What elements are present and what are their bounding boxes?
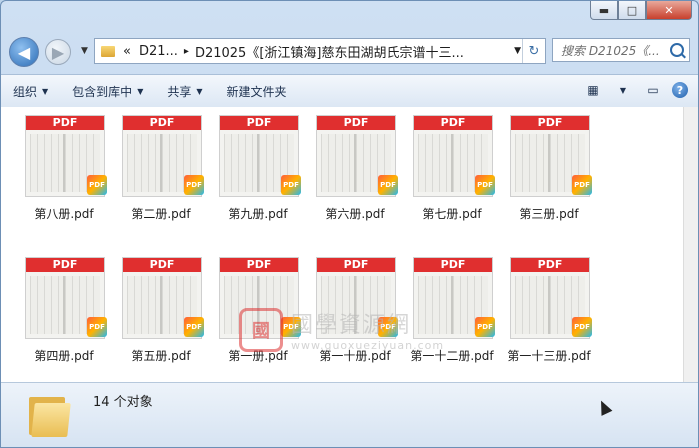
file-item[interactable]: PDF PDF 第八册.pdf bbox=[19, 107, 109, 231]
breadcrumb-collapse[interactable]: « bbox=[123, 44, 131, 59]
item-count: 14 个对象 bbox=[93, 395, 153, 410]
address-row: ◀ ▶ ▼ « D21... ▸ D21025《[浙江镇海]慈东田湖胡氏宗谱十三… bbox=[1, 33, 698, 69]
watermark-text: 國學資源網 www.guoxueziyuan.com bbox=[291, 307, 444, 352]
chevron-down-icon[interactable]: ▼ bbox=[612, 79, 634, 101]
pdf-band: PDF bbox=[220, 116, 298, 130]
pdf-app-icon: PDF bbox=[184, 317, 204, 337]
explorer-window: ▬ □ ✕ ◀ ▶ ▼ « D21... ▸ D21025《[浙江镇海]慈东田湖… bbox=[0, 0, 699, 448]
details-pane: 14 个对象 bbox=[1, 382, 698, 447]
file-name: 第一十三册.pdf bbox=[507, 349, 591, 363]
folder-icon bbox=[29, 393, 71, 437]
pdf-band: PDF bbox=[220, 258, 298, 272]
minimize-button[interactable]: ▬ bbox=[590, 1, 618, 20]
chevron-down-icon: ▼ bbox=[42, 86, 49, 96]
pdf-band: PDF bbox=[317, 258, 395, 272]
file-item[interactable]: PDF PDF 第三册.pdf bbox=[504, 107, 594, 231]
breadcrumb-item-current[interactable]: D21025《[浙江镇海]慈东田湖胡氏宗谱十三... bbox=[195, 42, 464, 61]
file-name: 第七册.pdf bbox=[422, 207, 482, 221]
file-name: 第六册.pdf bbox=[325, 207, 385, 221]
forward-button[interactable]: ▶ bbox=[45, 39, 71, 65]
preview-pane-icon[interactable]: ▭ bbox=[642, 79, 664, 101]
file-name: 第五册.pdf bbox=[131, 349, 191, 363]
pdf-app-icon: PDF bbox=[378, 175, 398, 195]
file-name: 第八册.pdf bbox=[34, 207, 94, 221]
share-menu[interactable]: 共享 ▼ bbox=[167, 83, 202, 100]
back-button[interactable]: ◀ bbox=[9, 37, 39, 67]
folder-icon bbox=[101, 45, 115, 57]
chevron-down-icon: ▼ bbox=[137, 86, 144, 96]
pdf-band: PDF bbox=[414, 258, 492, 272]
chevron-down-icon: ▼ bbox=[196, 86, 203, 96]
watermark-name: 國學資源網 bbox=[291, 313, 412, 338]
include-in-library-menu[interactable]: 包含到库中 ▼ bbox=[72, 83, 143, 100]
watermark-url: www.guoxueziyuan.com bbox=[291, 339, 445, 352]
pdf-band: PDF bbox=[511, 116, 589, 130]
file-view[interactable]: PDF PDF 第八册.pdf PDF PDF 第二册.pdf PDF PDF 第九册.pdf P… bbox=[1, 107, 683, 382]
pdf-band: PDF bbox=[123, 258, 201, 272]
organize-label: 组织 bbox=[13, 84, 38, 99]
pdf-band: PDF bbox=[123, 116, 201, 130]
file-item[interactable]: PDF PDF 第二册.pdf bbox=[116, 107, 206, 231]
close-button[interactable]: ✕ bbox=[646, 1, 692, 20]
pdf-band: PDF bbox=[414, 116, 492, 130]
pdf-app-icon: PDF bbox=[281, 175, 301, 195]
address-bar[interactable]: « D21... ▸ D21025《[浙江镇海]慈东田湖胡氏宗谱十三... ▼ … bbox=[94, 38, 546, 64]
help-icon[interactable]: ? bbox=[672, 82, 688, 98]
maximize-button[interactable]: □ bbox=[618, 1, 646, 20]
pdf-app-icon: PDF bbox=[87, 317, 107, 337]
search-icon[interactable] bbox=[670, 43, 684, 57]
include-library-label: 包含到库中 bbox=[72, 84, 133, 99]
address-dropdown[interactable]: ▼ bbox=[514, 46, 521, 56]
pdf-app-icon: PDF bbox=[572, 175, 592, 195]
new-folder-button[interactable]: 新建文件夹 bbox=[227, 83, 287, 100]
pdf-band: PDF bbox=[26, 258, 104, 272]
pdf-app-icon: PDF bbox=[87, 175, 107, 195]
file-name: 第四册.pdf bbox=[34, 349, 94, 363]
file-name: 第九册.pdf bbox=[228, 207, 288, 221]
command-bar: 组织 ▼ 包含到库中 ▼ 共享 ▼ 新建文件夹 ▦ ▼ ▭ ? bbox=[1, 74, 698, 108]
recent-pages-dropdown[interactable]: ▼ bbox=[81, 46, 88, 56]
pdf-band: PDF bbox=[511, 258, 589, 272]
search-placeholder: 搜索 D21025《... bbox=[561, 43, 660, 58]
search-input[interactable]: 搜索 D21025《... bbox=[552, 38, 690, 62]
pdf-app-icon: PDF bbox=[475, 175, 495, 195]
file-item[interactable]: PDF PDF 第四册.pdf bbox=[19, 249, 109, 373]
watermark: 國 國學資源網 www.guoxueziyuan.com bbox=[239, 307, 444, 352]
window-controls: ▬ □ ✕ bbox=[590, 1, 692, 20]
file-item[interactable]: PDF PDF 第九册.pdf bbox=[213, 107, 303, 231]
breadcrumb-separator[interactable]: ▸ bbox=[184, 46, 189, 57]
pdf-app-icon: PDF bbox=[572, 317, 592, 337]
file-item[interactable]: PDF PDF 第一十三册.pdf bbox=[504, 249, 594, 373]
new-folder-label: 新建文件夹 bbox=[226, 84, 287, 99]
file-item[interactable]: PDF PDF 第五册.pdf bbox=[116, 249, 206, 373]
share-label: 共享 bbox=[167, 84, 192, 99]
view-options-icon[interactable]: ▦ bbox=[582, 79, 604, 101]
file-name: 第三册.pdf bbox=[519, 207, 579, 221]
refresh-button[interactable]: ↻ bbox=[522, 39, 545, 63]
view-controls: ▦ ▼ ▭ ? bbox=[582, 79, 688, 101]
pdf-app-icon: PDF bbox=[184, 175, 204, 195]
pdf-band: PDF bbox=[317, 116, 395, 130]
file-item[interactable]: PDF PDF 第六册.pdf bbox=[310, 107, 400, 231]
pdf-band: PDF bbox=[26, 116, 104, 130]
file-name: 第二册.pdf bbox=[131, 207, 191, 221]
folder-front bbox=[31, 403, 71, 437]
watermark-logo: 國 bbox=[239, 307, 283, 352]
pdf-app-icon: PDF bbox=[475, 317, 495, 337]
breadcrumb-item[interactable]: D21... bbox=[139, 44, 178, 59]
vertical-scrollbar[interactable] bbox=[683, 107, 698, 382]
organize-menu[interactable]: 组织 ▼ bbox=[13, 83, 48, 100]
file-item[interactable]: PDF PDF 第七册.pdf bbox=[407, 107, 497, 231]
